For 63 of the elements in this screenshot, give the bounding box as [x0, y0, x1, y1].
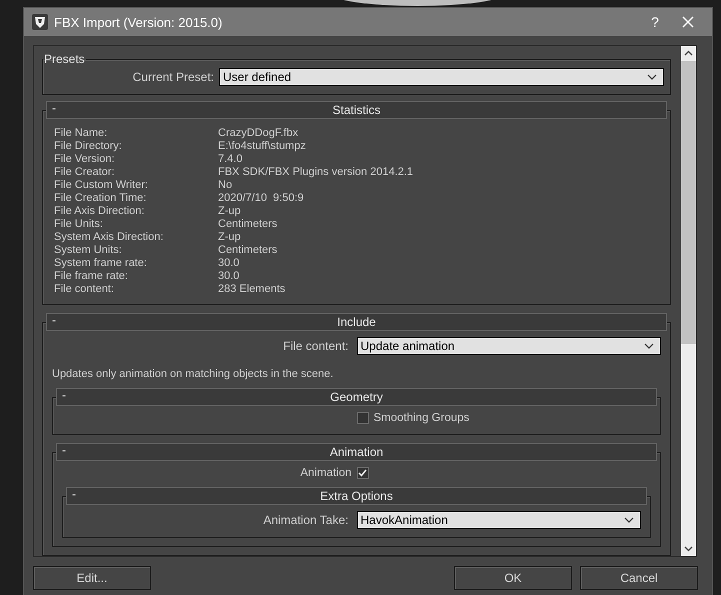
stat-label: File Units: — [54, 218, 104, 231]
stat-label: File Version: — [54, 153, 116, 166]
stat-value: 2020/7/10 9:50:9 — [218, 192, 305, 205]
edit-button[interactable]: Edit... — [33, 566, 151, 590]
rollout-header[interactable]: - Geometry — [56, 388, 657, 406]
field-label: Current Preset: — [132, 70, 214, 84]
stat-label: File Creation Time: — [54, 192, 148, 205]
rollout-header[interactable]: - Include — [46, 313, 667, 331]
stat-label: File Name: — [54, 127, 108, 140]
stat-value: Centimeters — [218, 218, 278, 231]
chevron-down-icon — [644, 343, 654, 349]
checkbox[interactable] — [356, 467, 368, 479]
stat-label: File Creator: — [54, 166, 116, 179]
close-icon[interactable] — [682, 16, 694, 28]
stat-label: File Directory: — [54, 140, 123, 153]
scrollbar[interactable] — [681, 46, 696, 556]
stat-label: System Axis Direction: — [54, 231, 164, 244]
stat-value: No — [218, 179, 234, 192]
stat-value: 283 Elements — [218, 283, 286, 296]
stat-value: CrazyDDogF.fbx — [218, 127, 300, 140]
stat-value: Z-up — [218, 205, 242, 218]
stat-value: Z-up — [218, 231, 242, 244]
scroll-down-icon[interactable] — [684, 546, 693, 552]
help-button[interactable]: ? — [640, 14, 670, 30]
scroll-thumb[interactable] — [681, 61, 696, 344]
stat-value: E:\fo4stuff\stumpz — [218, 140, 307, 153]
collapse-toggle[interactable]: - — [72, 487, 76, 501]
rollout-header[interactable]: - Statistics — [46, 101, 667, 119]
stat-value: 30.0 — [218, 257, 240, 270]
collapse-toggle[interactable]: - — [62, 443, 66, 457]
stat-value: 30.0 — [218, 270, 240, 283]
window-title: FBX Import (Version: 2015.0) — [54, 14, 224, 30]
chevron-down-icon — [624, 517, 634, 523]
stat-value: FBX SDK/FBX Plugins version 2014.2.1 — [218, 166, 414, 179]
checkbox-label: Animation — [299, 467, 352, 479]
stat-label: System Units: — [54, 244, 123, 257]
stat-label: System frame rate: — [54, 257, 148, 270]
rollout-header[interactable]: - Animation — [56, 443, 657, 461]
checkmark-icon — [358, 469, 367, 477]
cancel-button[interactable]: Cancel — [580, 566, 698, 590]
stat-value: 7.4.0 — [218, 153, 244, 166]
dropdown[interactable]: User defined — [219, 68, 664, 86]
stat-label: File frame rate: — [54, 270, 129, 283]
app-icon — [32, 14, 48, 30]
stat-label: File Custom Writer: — [54, 179, 149, 192]
group-title: Presets — [43, 52, 86, 66]
scroll-up-icon[interactable] — [684, 50, 693, 56]
checkbox-label: Smoothing Groups — [374, 412, 470, 424]
checkbox[interactable] — [356, 412, 368, 424]
stat-label: File content: — [54, 283, 115, 296]
collapse-toggle[interactable]: - — [52, 313, 56, 327]
dropdown[interactable]: Update animation — [356, 337, 661, 355]
collapse-toggle[interactable]: - — [62, 388, 66, 402]
rollout-header[interactable]: - Extra Options — [66, 487, 647, 505]
chevron-down-icon — [647, 74, 657, 80]
stat-value: Centimeters — [218, 244, 278, 257]
description-text: Updates only animation on matching objects in the scene. — [52, 368, 334, 380]
field-label: Animation Take: — [262, 513, 350, 527]
collapse-toggle[interactable]: - — [52, 101, 56, 115]
dropdown[interactable]: HavokAnimation — [356, 511, 641, 529]
field-label: File content: — [282, 339, 350, 353]
ok-button[interactable]: OK — [454, 566, 572, 590]
stat-label: File Axis Direction: — [54, 205, 146, 218]
